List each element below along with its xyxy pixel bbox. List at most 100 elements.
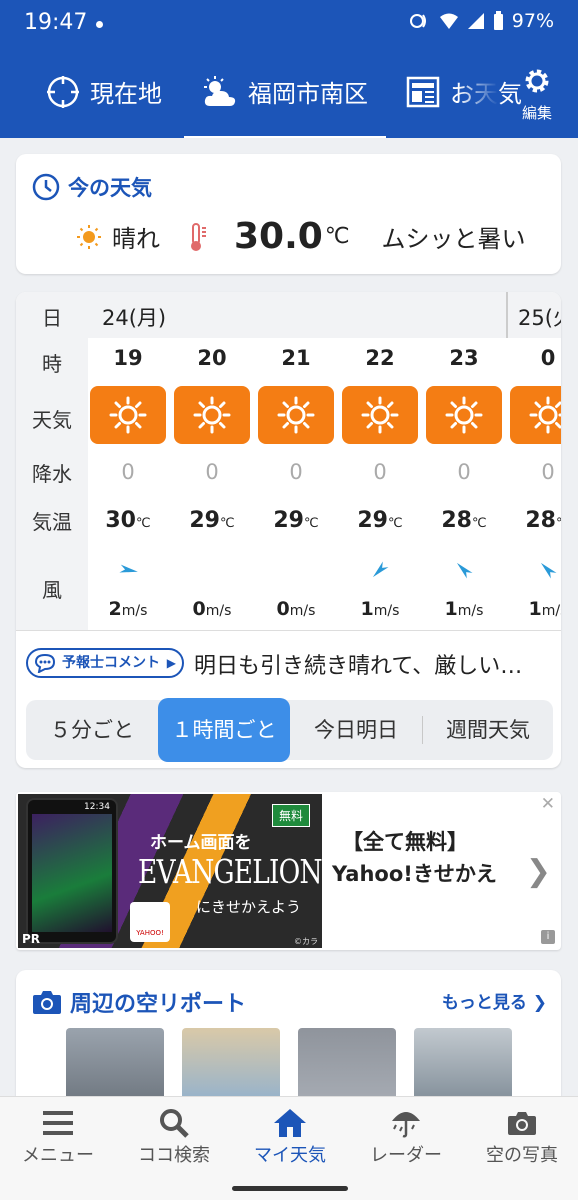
temp-number: 30 <box>105 508 136 533</box>
nav-sky-photos[interactable]: 空の写真 <box>464 1105 578 1167</box>
sky-report-card: 周辺の空リポート もっと見る ❯ <box>16 970 561 1110</box>
phone-clock: 12:34 <box>84 802 110 812</box>
phone-screen <box>32 814 112 932</box>
forecaster-comment-badge[interactable]: 予報士コメント ▶ <box>26 648 184 678</box>
tab-label: 現在地 <box>90 80 162 108</box>
newspaper-icon <box>406 76 440 107</box>
nav-label: メニュー <box>22 1145 94 1166</box>
sunny-icon <box>529 396 561 434</box>
ad-image[interactable]: 12:34 無料 ホーム画面を EVANGELION にきせかえよう YAHOO… <box>18 794 322 948</box>
wind-direction-icon <box>372 561 389 578</box>
segment-5min[interactable]: ５分ごと <box>26 700 158 760</box>
ad-phone-graphic: 12:34 <box>26 798 118 944</box>
hourly-column: 0 0 28℃ 1m/s <box>508 338 561 630</box>
close-icon[interactable]: ✕ <box>541 794 555 814</box>
sunny-icon <box>277 396 315 434</box>
wind-direction-icon <box>456 562 473 579</box>
info-icon[interactable]: i <box>541 930 555 944</box>
temp-unit: ℃ <box>556 516 561 531</box>
top-nav: 現在地 福岡市南区 お天気 編集 <box>0 48 578 138</box>
wind-number: 1 <box>360 598 374 620</box>
wind-unit: m/s <box>289 603 316 619</box>
sunny-icon <box>109 396 147 434</box>
wind-number: 1 <box>444 598 458 620</box>
wind-direction-icon <box>540 562 557 579</box>
wind-speed-value: 1m/s <box>508 598 561 620</box>
comment-badge-label: 予報士コメント <box>62 655 160 671</box>
nav-my-weather[interactable]: マイ天気 <box>232 1105 348 1167</box>
wind-speed-value: 2m/s <box>88 598 168 620</box>
forecaster-comment-text[interactable]: 明日も引き続き晴れて、厳しい… <box>194 648 550 680</box>
heading-text: 今の天気 <box>68 176 152 200</box>
segment-hourly[interactable]: １時間ごと <box>158 698 290 762</box>
row-labels: 日 時 天気 降水 気温 風 <box>16 292 88 630</box>
label-rain: 降水 <box>32 462 72 486</box>
temp-number: 28 <box>441 508 472 533</box>
feel-text: ムシッと暑い <box>381 225 526 253</box>
wind-speed-value: 1m/s <box>340 598 420 620</box>
label-temp: 気温 <box>32 510 72 534</box>
wind-speed-value: 0m/s <box>256 598 336 620</box>
condition-text: 晴れ <box>112 225 160 253</box>
interval-selector: ５分ごと １時間ごと 今日明日 週間天気 <box>26 698 553 762</box>
chevron-right-icon: ❯ <box>532 993 547 1013</box>
wind-unit: m/s <box>541 603 561 619</box>
label-weather: 天気 <box>32 408 72 432</box>
ad-title-line1: 【全て無料】 <box>342 830 468 854</box>
hourly-forecast-card: 日 時 天気 降水 気温 風 24(月) 25(火) 19030℃2m/s200… <box>16 292 561 768</box>
bottom-nav: メニュー ココ検索 マイ天気 レーダー 空の写真 <box>0 1096 578 1176</box>
ad-banner[interactable]: 12:34 無料 ホーム画面を EVANGELION にきせかえよう YAHOO… <box>16 792 561 950</box>
weather-tile <box>90 386 166 444</box>
precipitation-value: 0 <box>289 460 303 484</box>
tab-current-location[interactable]: 現在地 <box>46 74 162 109</box>
nav-search[interactable]: ココ検索 <box>116 1105 232 1167</box>
gear-icon <box>525 69 549 93</box>
tab-fukuoka-minami[interactable]: 福岡市南区 <box>184 74 386 138</box>
clock-icon <box>32 173 60 201</box>
status-time: 19:47 <box>24 10 88 35</box>
wind-speed-value: 1m/s <box>424 598 504 620</box>
hourly-column: 19 0 30℃ 2m/s <box>88 338 168 630</box>
sun-cloud-icon <box>204 75 236 106</box>
temperature-value: 29℃ <box>172 508 252 533</box>
current-temperature: 30.0 <box>234 216 323 257</box>
hour-label: 0 <box>540 346 556 370</box>
divider <box>16 630 561 631</box>
tabs-fade <box>458 68 498 118</box>
temp-number: 29 <box>189 508 220 533</box>
weather-tile <box>342 386 418 444</box>
sun-icon <box>77 224 101 249</box>
wifi-icon <box>439 13 458 29</box>
see-more-label: もっと見る <box>441 993 527 1013</box>
segment-today-tomorrow[interactable]: 今日明日 <box>290 700 422 760</box>
tab-label: 福岡市南区 <box>248 80 368 108</box>
date-today: 24(月) <box>102 306 167 330</box>
nav-menu[interactable]: メニュー <box>0 1105 116 1167</box>
temp-unit: ℃ <box>472 516 487 531</box>
temperature-value: 28℃ <box>424 508 504 533</box>
nav-label: レーダー <box>370 1145 442 1166</box>
chevron-right-icon: ❯ <box>525 854 551 889</box>
wind-unit: m/s <box>457 603 484 619</box>
temp-number: 29 <box>357 508 388 533</box>
see-more-link[interactable]: もっと見る ❯ <box>442 988 547 1013</box>
ad-title-line2: Yahoo!きせかえ <box>332 862 497 886</box>
heading-text: 周辺の空リポート <box>70 992 247 1017</box>
umbrella-icon <box>392 1112 420 1138</box>
home-indicator[interactable] <box>232 1186 348 1191</box>
ad-image-sub: にきせかえよう <box>196 898 302 916</box>
hourly-column: 20 0 29℃ 0m/s <box>172 338 252 630</box>
gesture-bar <box>0 1176 578 1200</box>
camera-icon <box>508 1112 536 1135</box>
temp-unit: ℃ <box>388 516 403 531</box>
wind-speed-value: 0m/s <box>172 598 252 620</box>
nav-radar[interactable]: レーダー <box>348 1105 464 1167</box>
wind-number: 1 <box>528 598 542 620</box>
notification-dot <box>96 21 103 28</box>
precipitation-value: 0 <box>373 460 387 484</box>
temperature-value: 29℃ <box>340 508 420 533</box>
segment-weekly[interactable]: 週間天気 <box>423 700 553 760</box>
status-bar: 19:47 97% <box>0 0 578 48</box>
edit-button[interactable]: 編集 <box>516 64 558 123</box>
temperature-value: 30℃ <box>88 508 168 533</box>
